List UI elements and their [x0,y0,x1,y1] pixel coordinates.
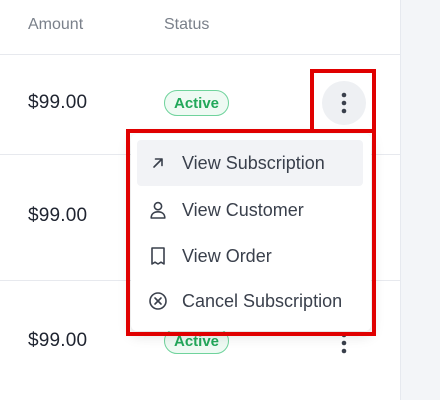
more-vertical-icon [341,332,347,354]
status-column-header[interactable]: Status [164,16,209,34]
user-icon [147,199,169,221]
status-badge: Active [164,328,230,354]
row-actions-button[interactable] [322,81,366,125]
menu-item-label: View Customer [182,199,304,220]
more-vertical-icon [341,92,347,114]
page: Amount Status $99.00 Active $99.00 $99.0… [0,0,440,400]
amount-cell: $99.00 [28,92,88,113]
side-panel [400,0,440,400]
menu-item-view-customer[interactable]: View Customer [137,187,363,233]
menu-item-view-subscription[interactable]: View Subscription [137,140,363,186]
status-badge: Active [164,90,230,116]
amount-column-header[interactable]: Amount [28,16,83,34]
menu-item-label: Cancel Subscription [182,290,343,311]
table-header: Amount Status [0,0,400,55]
menu-item-label: View Subscription [182,152,325,173]
amount-cell: $99.00 [28,205,88,226]
receipt-icon [147,245,169,267]
arrow-up-right-icon [147,152,169,174]
menu-item-cancel-subscription[interactable]: Cancel Subscription [137,278,363,324]
amount-cell: $99.00 [28,330,88,351]
menu-item-view-order[interactable]: View Order [137,233,363,279]
menu-item-label: View Order [182,245,272,266]
row-actions-menu: View Subscription View Customer View Ord… [131,134,371,331]
x-circle-icon [147,290,169,312]
